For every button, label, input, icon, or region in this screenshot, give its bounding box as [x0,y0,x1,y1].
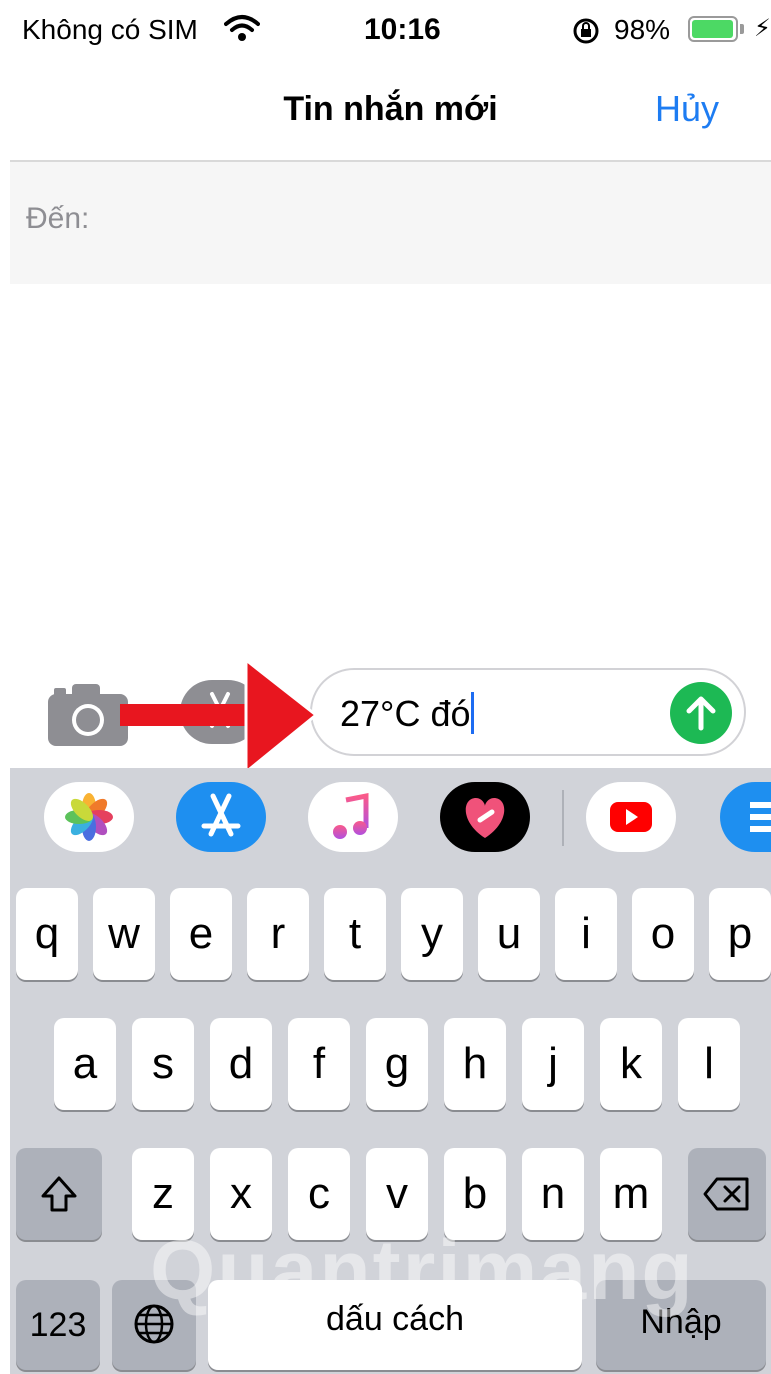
key-f[interactable]: f [288,1018,350,1110]
digital-touch-icon[interactable] [440,782,530,852]
key-k[interactable]: k [600,1018,662,1110]
clock: 10:16 [364,13,441,46]
battery-percent: 98% [614,14,671,45]
orientation-lock-icon [572,17,600,50]
key-p[interactable]: p [709,888,771,980]
key-q[interactable]: q [16,888,78,980]
camera-icon[interactable] [48,684,128,751]
key-a[interactable]: a [54,1018,116,1110]
app-strip-divider [562,790,564,846]
send-arrow-icon[interactable] [670,682,732,744]
key-t[interactable]: t [324,888,386,980]
app-strip [10,768,771,876]
shift-icon[interactable] [16,1148,102,1240]
key-s[interactable]: s [132,1018,194,1110]
key-r[interactable]: r [247,888,309,980]
watermark: Quantrimang [150,1223,695,1317]
key-g[interactable]: g [366,1018,428,1110]
appstore-icon[interactable] [176,782,266,852]
key-d[interactable]: d [210,1018,272,1110]
status-bar: Không có SIM 10:16 98% ⚡ [0,0,771,62]
wifi-icon [224,14,260,47]
key-u[interactable]: u [478,888,540,980]
key-w[interactable]: w [93,888,155,980]
battery-tip [740,24,744,34]
app-icon[interactable] [720,782,771,852]
music-icon[interactable] [308,782,398,852]
key-o[interactable]: o [632,888,694,980]
key-l[interactable]: l [678,1018,740,1110]
annotation-arrow [120,656,320,779]
numbers-key[interactable]: 123 [16,1280,100,1370]
message-input[interactable]: 27°C đó [310,668,746,756]
key-y[interactable]: y [401,888,463,980]
navigation-bar: Tin nhắn mới Hủy [10,62,771,162]
carrier-label: Không có SIM [22,14,198,45]
youtube-icon[interactable] [586,782,676,852]
photos-icon[interactable] [44,782,134,852]
recipient-field[interactable]: Đến: [10,162,771,284]
text-caret [471,692,475,734]
key-j[interactable]: j [522,1018,584,1110]
battery-fill [692,20,734,38]
key-h[interactable]: h [444,1018,506,1110]
key-e[interactable]: e [170,888,232,980]
cancel-button[interactable]: Hủy [655,88,719,130]
charging-bolt-icon: ⚡ [754,15,771,42]
battery-icon [688,16,738,42]
key-i[interactable]: i [555,888,617,980]
recipient-label: Đến: [26,202,90,235]
message-text: 27°C đó [340,693,471,734]
delete-icon[interactable] [688,1148,766,1240]
